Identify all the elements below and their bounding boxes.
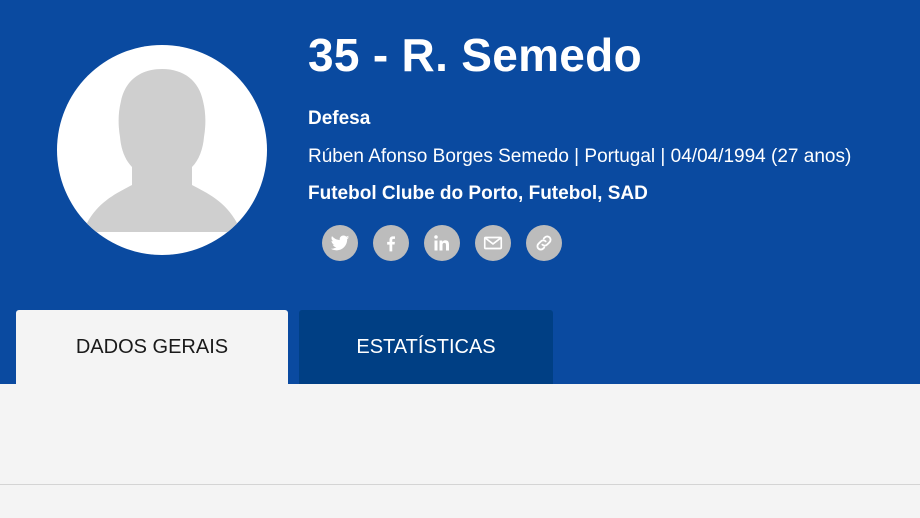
- tab-estatisticas[interactable]: ESTATÍSTICAS: [299, 310, 553, 384]
- player-title: 35 - R. Semedo: [308, 29, 642, 81]
- linkedin-share-button[interactable]: [424, 225, 460, 261]
- avatar: [57, 45, 267, 255]
- email-share-button[interactable]: [475, 225, 511, 261]
- copy-link-button[interactable]: [526, 225, 562, 261]
- email-icon: [483, 236, 503, 250]
- player-header: 35 - R. Semedo Defesa Rúben Afonso Borge…: [0, 0, 920, 384]
- divider: [0, 484, 920, 485]
- tab-dados-gerais[interactable]: DADOS GERAIS: [16, 310, 288, 384]
- linkedin-icon: [434, 235, 449, 251]
- twitter-icon: [330, 235, 350, 251]
- player-club: Futebol Clube do Porto, Futebol, SAD: [308, 183, 648, 204]
- link-icon: [536, 235, 552, 251]
- player-details: Rúben Afonso Borges Semedo | Portugal | …: [308, 146, 852, 167]
- player-position: Defesa: [308, 108, 371, 129]
- facebook-share-button[interactable]: [373, 225, 409, 261]
- person-silhouette-icon: [87, 69, 237, 232]
- tab-content-panel: [0, 384, 920, 518]
- facebook-icon: [387, 236, 395, 252]
- twitter-share-button[interactable]: [322, 225, 358, 261]
- social-share-bar: [322, 225, 562, 261]
